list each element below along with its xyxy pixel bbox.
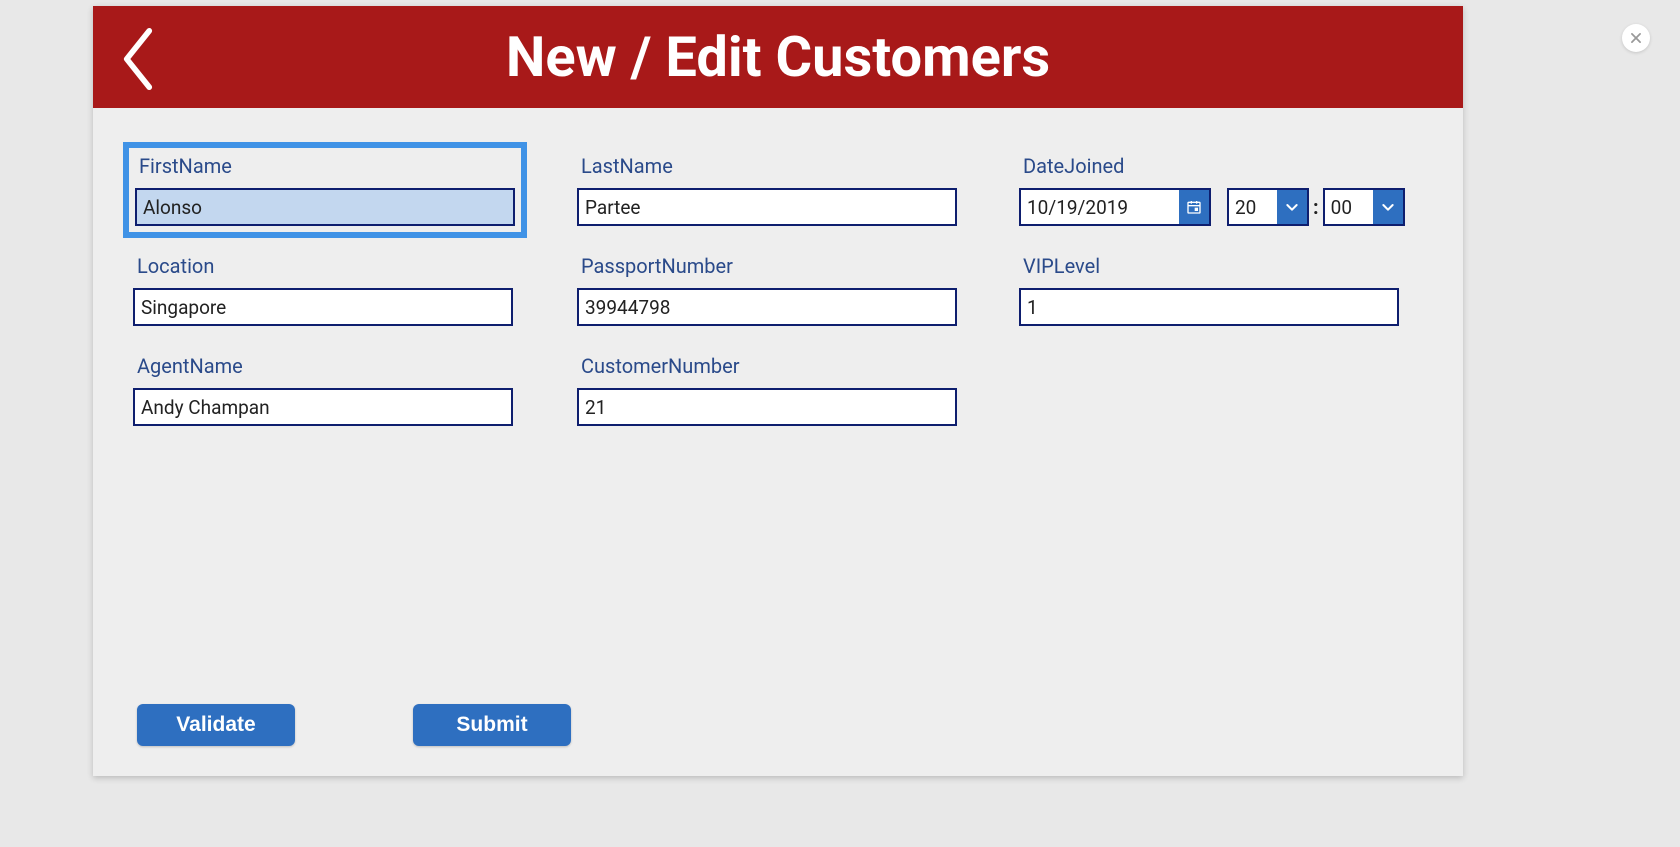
viplevel-field: VIPLevel [1019, 254, 1399, 326]
header-bar: New / Edit Customers [93, 6, 1463, 108]
chevron-down-icon [1380, 199, 1396, 215]
datejoined-date-value: 10/19/2019 [1021, 190, 1179, 224]
passportnumber-input[interactable] [577, 288, 957, 326]
close-button[interactable] [1622, 24, 1650, 52]
button-row: Validate Submit [137, 704, 571, 746]
viplevel-input[interactable] [1019, 288, 1399, 326]
datejoined-hour-value: 20 [1229, 190, 1277, 224]
chevron-down-icon [1284, 199, 1300, 215]
passportnumber-field: PassportNumber [577, 254, 957, 326]
datejoined-field: DateJoined 10/19/2019 [1019, 154, 1405, 226]
lastname-input[interactable] [577, 188, 957, 226]
calendar-icon [1186, 199, 1202, 215]
calendar-button[interactable] [1179, 190, 1209, 224]
datejoined-minute-select[interactable]: 00 [1323, 188, 1405, 226]
customer-form-modal: New / Edit Customers FirstName LastName … [93, 6, 1463, 776]
datejoined-minute-value: 00 [1325, 190, 1373, 224]
close-icon [1629, 31, 1643, 45]
chevron-left-icon [121, 28, 155, 90]
page-title: New / Edit Customers [506, 24, 1050, 90]
viplevel-label: VIPLevel [1019, 254, 1399, 278]
agentname-label: AgentName [133, 354, 513, 378]
lastname-label: LastName [577, 154, 957, 178]
lastname-field: LastName [577, 154, 957, 226]
time-colon: : [1313, 195, 1319, 219]
firstname-label: FirstName [129, 148, 521, 178]
datejoined-hour-select[interactable]: 20 [1227, 188, 1309, 226]
back-button[interactable] [121, 28, 155, 94]
validate-button[interactable]: Validate [137, 704, 295, 746]
datejoined-datepicker[interactable]: 10/19/2019 [1019, 188, 1211, 226]
agentname-input[interactable] [133, 388, 513, 426]
form-area: FirstName LastName DateJoined 10/19/2019 [93, 108, 1463, 776]
datejoined-label: DateJoined [1019, 154, 1405, 178]
minute-dropdown-button[interactable] [1373, 190, 1403, 224]
submit-button[interactable]: Submit [413, 704, 571, 746]
customernumber-field: CustomerNumber [577, 354, 957, 426]
firstname-field: FirstName [129, 148, 521, 232]
customernumber-label: CustomerNumber [577, 354, 957, 378]
passportnumber-label: PassportNumber [577, 254, 957, 278]
location-label: Location [133, 254, 513, 278]
customernumber-input[interactable] [577, 388, 957, 426]
firstname-input[interactable] [135, 188, 515, 226]
hour-dropdown-button[interactable] [1277, 190, 1307, 224]
location-field: Location [133, 254, 513, 326]
agentname-field: AgentName [133, 354, 513, 426]
location-input[interactable] [133, 288, 513, 326]
